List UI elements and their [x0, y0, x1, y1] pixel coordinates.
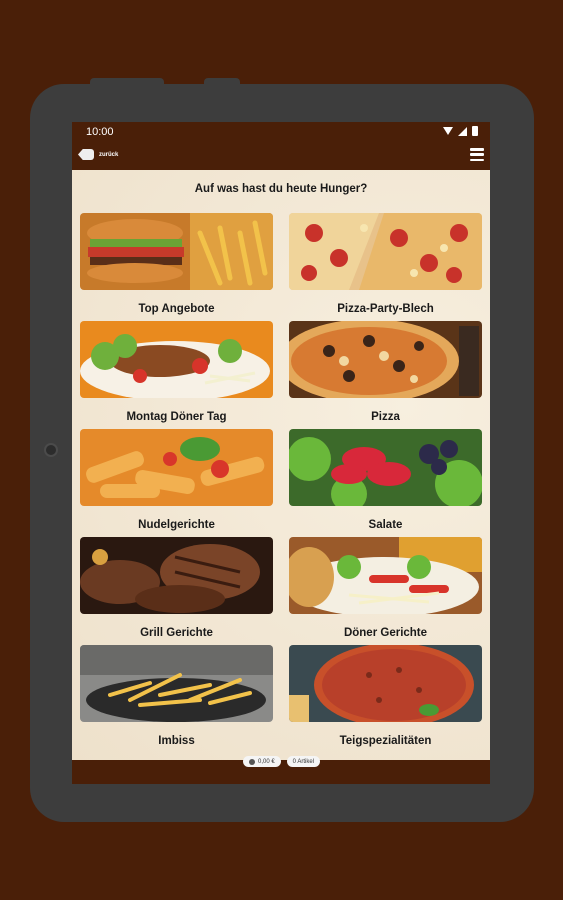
back-label: zurück — [99, 151, 119, 158]
category-card-pizza-party-blech[interactable]: Pizza-Party-Blech — [289, 213, 482, 321]
hamburger-icon-line — [470, 158, 484, 161]
category-card-grill-gerichte[interactable]: Grill Gerichte — [80, 537, 273, 645]
pizza-image — [289, 321, 482, 398]
category-label: Top Angebote — [138, 303, 215, 315]
device-screen: 10:00 zurück Auf was hast du heute Hunge… — [72, 122, 490, 784]
category-card-montag-doner-tag[interactable]: Montag Döner Tag — [80, 321, 273, 429]
status-icons — [443, 126, 478, 136]
salad-image — [289, 429, 482, 506]
category-label: Montag Döner Tag — [126, 411, 227, 423]
category-card-nudelgerichte[interactable]: Nudelgerichte — [80, 429, 273, 537]
category-card-top-angebote[interactable]: Top Angebote — [80, 213, 273, 321]
camera-icon — [44, 443, 58, 457]
category-card-pizza[interactable]: Pizza — [289, 321, 482, 429]
category-card-salate[interactable]: Salate — [289, 429, 482, 537]
app-bar: zurück — [72, 144, 490, 168]
pizza-slices-image — [289, 213, 482, 290]
category-label: Salate — [368, 519, 403, 531]
status-time: 10:00 — [86, 126, 114, 138]
fries-image — [80, 645, 273, 722]
back-button[interactable]: zurück — [78, 149, 118, 160]
doner-plate-image — [80, 321, 273, 398]
pasta-image — [80, 429, 273, 506]
category-card-teigspezialitaeten[interactable]: Teigspezialitäten — [289, 645, 482, 753]
menu-button[interactable] — [470, 148, 484, 161]
category-label: Döner Gerichte — [343, 627, 428, 639]
hamburger-icon-line — [470, 148, 484, 151]
status-bar: 10:00 — [72, 122, 490, 142]
cart-icon — [248, 758, 255, 765]
category-card-imbiss[interactable]: Imbiss — [80, 645, 273, 753]
doner-image — [289, 537, 482, 614]
signal-icon — [458, 126, 467, 136]
cart-total: 0,00 € — [257, 758, 275, 765]
category-grid: Top Angebote Pizza-Party-Blech Montag Dö… — [80, 213, 482, 753]
cart-item-count: 0 Artikel — [292, 758, 315, 765]
cart-summary: 0,00 € 0 Artikel — [0, 756, 563, 767]
cart-total-button[interactable]: 0,00 € — [242, 756, 281, 767]
grilled-meat-image — [80, 537, 273, 614]
category-label: Grill Gerichte — [140, 627, 213, 639]
hamburger-icon-line — [470, 153, 484, 156]
category-label: Pizza-Party-Blech — [337, 303, 434, 315]
category-card-doner-gerichte[interactable]: Döner Gerichte — [289, 537, 482, 645]
burger-fries-image — [80, 213, 273, 290]
back-arrow-icon — [78, 149, 94, 160]
wifi-icon — [443, 127, 453, 135]
page-title: Auf was hast du heute Hunger? — [194, 183, 368, 195]
category-label: Pizza — [371, 411, 400, 423]
category-content: Auf was hast du heute Hunger? Top Angebo… — [72, 170, 490, 760]
category-label: Nudelgerichte — [138, 519, 215, 531]
cart-items-button[interactable]: 0 Artikel — [286, 756, 321, 767]
battery-icon — [472, 126, 478, 136]
category-label: Teigspezialitäten — [339, 735, 432, 747]
lahmacun-image — [289, 645, 482, 722]
category-label: Imbiss — [158, 735, 195, 747]
